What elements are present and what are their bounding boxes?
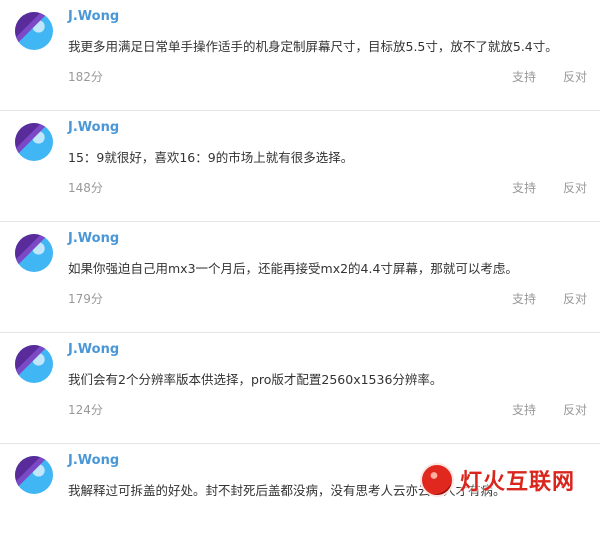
comment-score: 182分 xyxy=(68,70,103,84)
avatar[interactable] xyxy=(15,456,53,494)
comment-text: 15：9就很好，喜欢16：9的市场上就有很多选择。 xyxy=(68,150,354,165)
comment-score: 124分 xyxy=(68,403,103,417)
support-button[interactable]: 支持 xyxy=(512,179,536,196)
comment-item: J.Wong 如果你强迫自己用mx3一个月后，还能再接受mx2的4.4寸屏幕，那… xyxy=(0,222,600,333)
comment-author[interactable]: J.Wong xyxy=(68,342,119,357)
support-button[interactable]: 支持 xyxy=(512,290,536,307)
oppose-button[interactable]: 反对 xyxy=(563,68,587,85)
comment-score: 179分 xyxy=(68,292,103,306)
comment-text: 我们会有2个分辨率版本供选择，pro版才配置2560x1536分辨率。 xyxy=(68,372,443,387)
comment-item: J.Wong 我们会有2个分辨率版本供选择，pro版才配置2560x1536分辨… xyxy=(0,333,600,444)
avatar[interactable] xyxy=(15,123,53,161)
comment-author[interactable]: J.Wong xyxy=(68,231,119,246)
watermark-text: 灯火互联网 xyxy=(460,470,576,495)
fire-logo-icon xyxy=(420,463,454,497)
watermark: 灯火互联网 xyxy=(420,462,600,498)
comment-author[interactable]: J.Wong xyxy=(68,453,119,468)
comment-author[interactable]: J.Wong xyxy=(68,120,119,135)
oppose-button[interactable]: 反对 xyxy=(563,401,587,418)
oppose-button[interactable]: 反对 xyxy=(563,179,587,196)
comment-score: 148分 xyxy=(68,181,103,195)
avatar[interactable] xyxy=(15,345,53,383)
avatar[interactable] xyxy=(15,234,53,272)
oppose-button[interactable]: 反对 xyxy=(563,290,587,307)
avatar[interactable] xyxy=(15,12,53,50)
support-button[interactable]: 支持 xyxy=(512,68,536,85)
support-button[interactable]: 支持 xyxy=(512,401,536,418)
comment-author[interactable]: J.Wong xyxy=(68,9,119,24)
comment-item: J.Wong 15：9就很好，喜欢16：9的市场上就有很多选择。 148分 支持… xyxy=(0,111,600,222)
comment-text: 如果你强迫自己用mx3一个月后，还能再接受mx2的4.4寸屏幕，那就可以考虑。 xyxy=(68,261,518,276)
comment-item: J.Wong 我解释过可拆盖的好处。封不封死后盖都没病，没有思考人云亦云的人才有… xyxy=(0,444,600,555)
comment-text: 我更多用满足日常单手操作适手的机身定制屏幕尺寸，目标放5.5寸，放不了就放5.4… xyxy=(68,39,558,54)
comment-item: J.Wong 我更多用满足日常单手操作适手的机身定制屏幕尺寸，目标放5.5寸，放… xyxy=(0,0,600,111)
